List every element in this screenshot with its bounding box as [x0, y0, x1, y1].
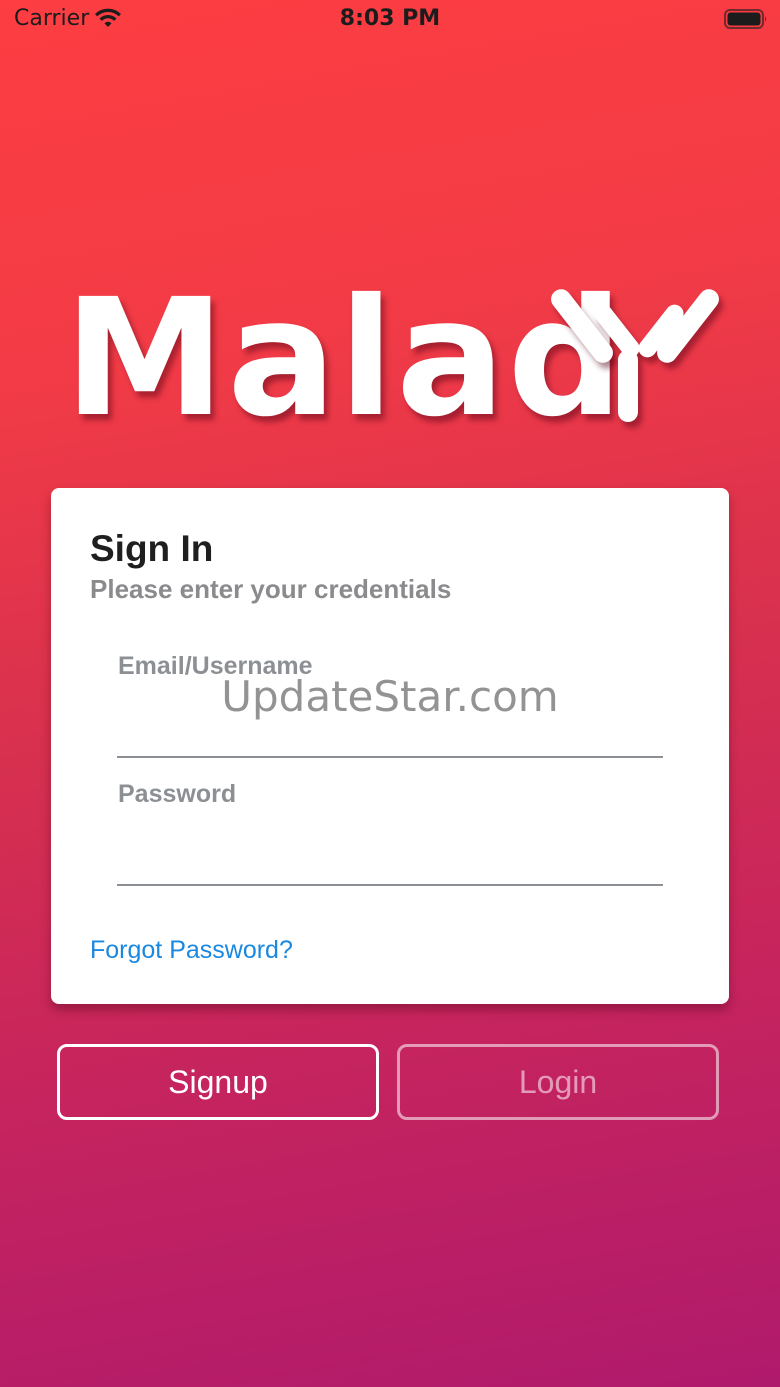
logo-text: Malad	[64, 265, 626, 453]
email-field: Email/Username	[117, 648, 663, 760]
antibody-icon	[551, 289, 719, 422]
login-button[interactable]: Login	[397, 1044, 719, 1120]
card-subtitle: Please enter your credentials	[90, 574, 452, 604]
forgot-password-link[interactable]: Forgot Password?	[90, 936, 293, 965]
password-field: Password	[117, 776, 663, 888]
password-label: Password	[118, 780, 237, 808]
password-input[interactable]	[117, 824, 663, 886]
email-label: Email/Username	[118, 652, 313, 680]
clock: 8:03 PM	[339, 6, 441, 31]
card-title: Sign In	[90, 528, 214, 569]
email-input[interactable]	[117, 696, 663, 758]
sign-in-card: Sign In Please enter your credentials Em…	[51, 488, 729, 1004]
app-logo: Malad	[60, 270, 730, 440]
battery-icon	[724, 9, 767, 29]
status-bar: Carrier 8:03 PM	[0, 0, 780, 40]
signup-button[interactable]: Signup	[57, 1044, 379, 1120]
